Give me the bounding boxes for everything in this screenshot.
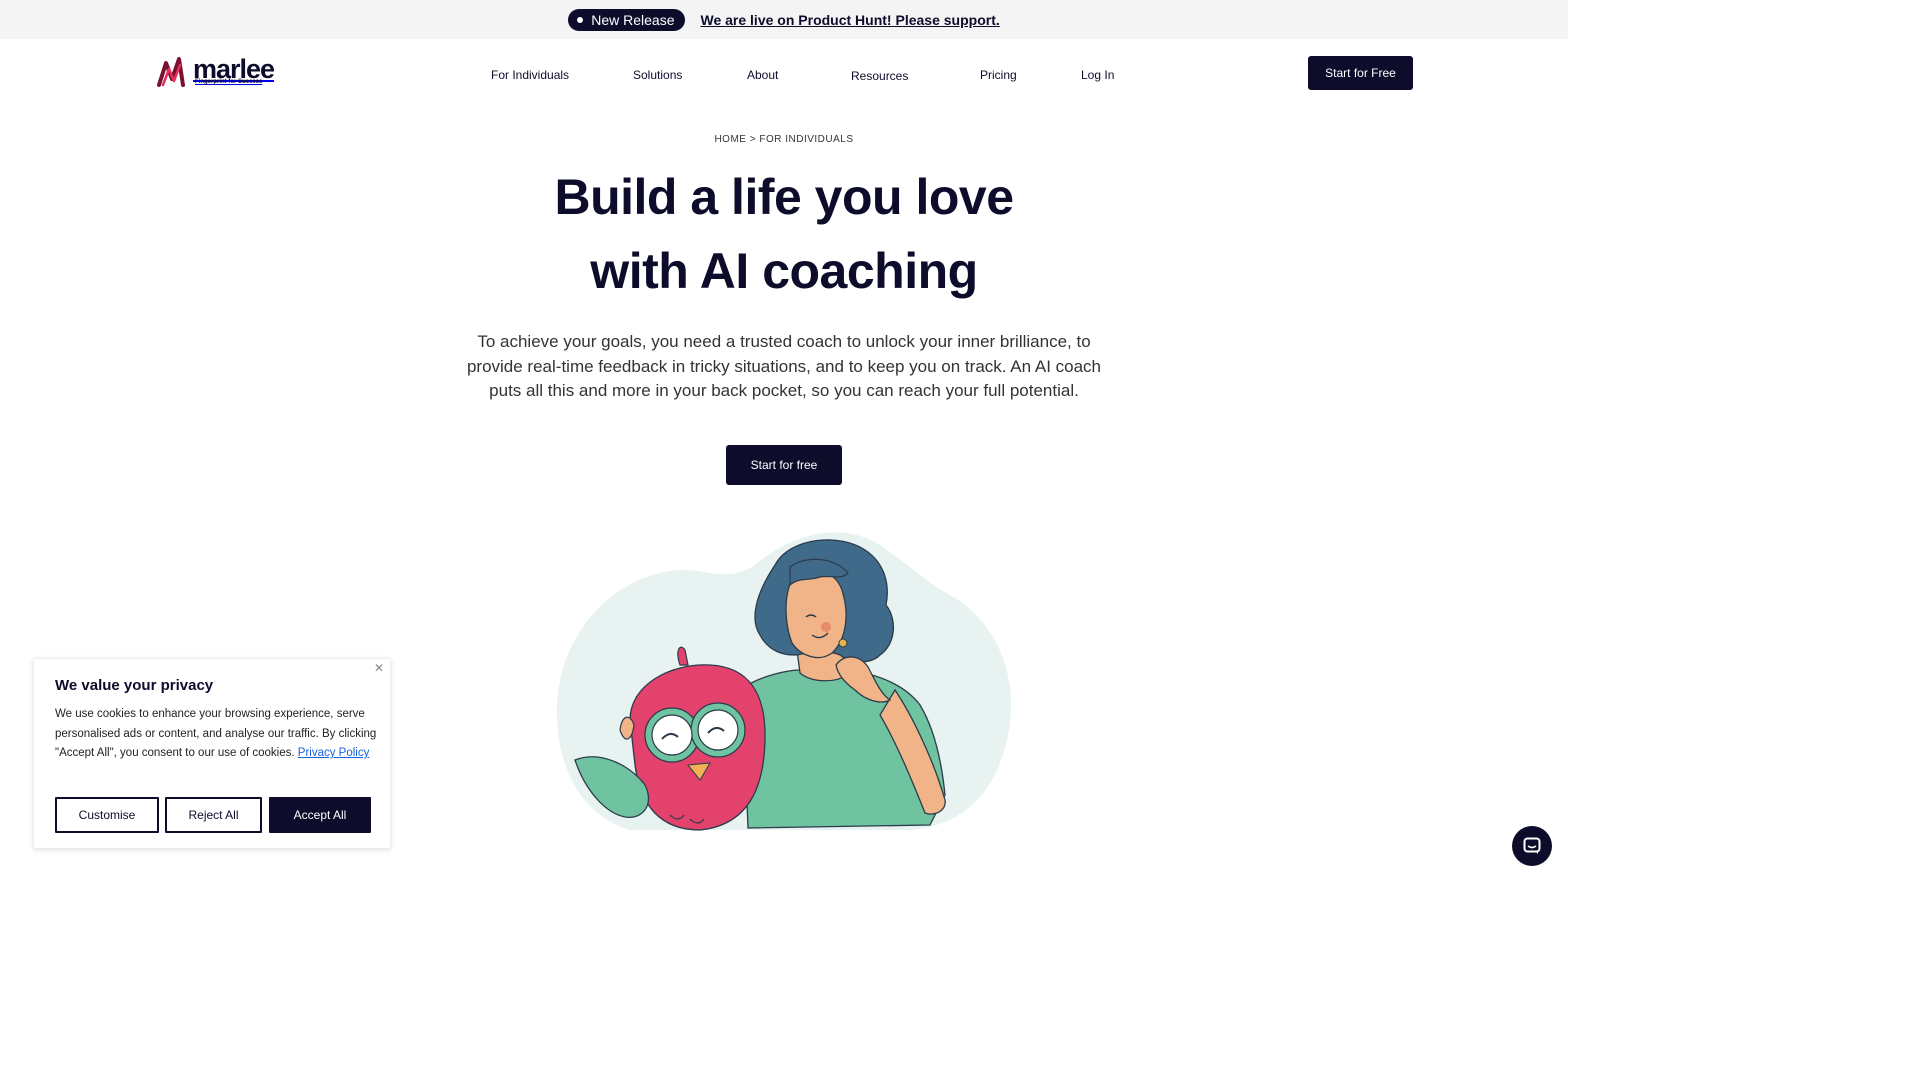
accept-all-button[interactable]: Accept All xyxy=(269,797,371,833)
main-navigation: marlee Fingerprint for Success For Indiv… xyxy=(0,39,1568,111)
nav-resources[interactable]: Resources xyxy=(851,69,908,83)
cookie-consent-banner: ✕ We value your privacy We use cookies t… xyxy=(33,658,391,849)
cookie-title: We value your privacy xyxy=(55,677,214,694)
start-for-free-nav-button[interactable]: Start for Free xyxy=(1308,56,1413,90)
cookie-body: We use cookies to enhance your browsing … xyxy=(55,705,377,764)
title-line-2: with AI coaching xyxy=(590,243,978,299)
marlee-logo[interactable]: marlee Fingerprint for Success xyxy=(157,55,275,87)
new-release-label: New Release xyxy=(591,11,675,28)
nav-log-in[interactable]: Log In xyxy=(1081,68,1114,82)
chat-widget-button[interactable] xyxy=(1512,826,1552,866)
woman-face xyxy=(785,569,847,659)
logo-tagline: Fingerprint for Success xyxy=(195,79,263,85)
hero-illustration xyxy=(556,532,1011,831)
privacy-policy-link[interactable]: Privacy Policy xyxy=(298,747,370,759)
reject-all-button[interactable]: Reject All xyxy=(165,797,262,833)
announcement-bar: New Release We are live on Product Hunt!… xyxy=(0,0,1568,39)
logo-wordmark: marlee Fingerprint for Success xyxy=(193,55,275,85)
nav-pricing[interactable]: Pricing xyxy=(980,68,1017,82)
chat-icon xyxy=(1523,837,1541,854)
close-icon[interactable]: ✕ xyxy=(374,661,384,675)
nav-about[interactable]: About xyxy=(747,68,778,82)
page-title: Build a life you love with AI coaching xyxy=(0,160,1568,308)
nav-for-individuals[interactable]: For Individuals xyxy=(491,68,569,82)
customise-button[interactable]: Customise xyxy=(55,797,159,833)
dot-icon xyxy=(577,16,584,23)
product-hunt-link[interactable]: We are live on Product Hunt! Please supp… xyxy=(701,12,1000,28)
logo-mark-icon xyxy=(157,57,185,87)
start-for-free-hero-button[interactable]: Start for free xyxy=(726,445,842,485)
breadcrumb: HOME > FOR INDIVIDUALS xyxy=(714,134,854,145)
nav-solutions[interactable]: Solutions xyxy=(633,68,682,82)
hero-description: To achieve your goals, you need a truste… xyxy=(466,332,1102,400)
new-release-badge: New Release xyxy=(568,8,685,31)
title-line-1: Build a life you love xyxy=(554,169,1014,225)
